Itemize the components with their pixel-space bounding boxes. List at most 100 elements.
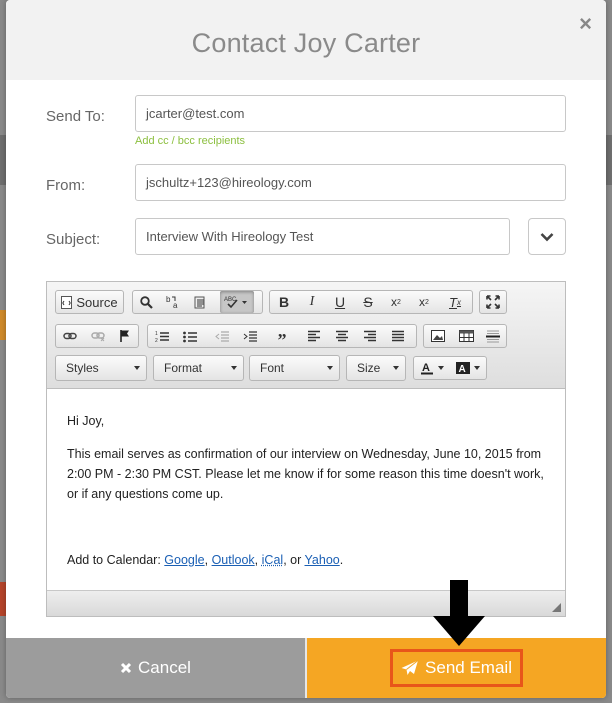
modal-title: Contact Joy Carter xyxy=(191,28,421,58)
toolbar-group-links xyxy=(55,324,139,348)
background-color-icon: A xyxy=(456,362,470,375)
italic-button[interactable]: I xyxy=(298,291,326,313)
align-center-button[interactable] xyxy=(328,325,356,347)
modal-footer: Cancel Send Email xyxy=(6,638,606,698)
align-left-icon xyxy=(308,330,320,342)
maximize-icon xyxy=(486,295,500,309)
font-arrow-icon xyxy=(327,366,333,370)
paste-text-icon xyxy=(194,296,205,308)
link-button[interactable] xyxy=(56,325,84,347)
source-icon xyxy=(61,295,73,309)
spellcheck-icon: ABC xyxy=(224,297,247,309)
font-label: Font xyxy=(260,361,285,375)
text-color-button[interactable]: A xyxy=(414,357,450,379)
link-icon xyxy=(63,332,77,340)
subject-field[interactable]: Interview With Hireology Test xyxy=(135,218,510,255)
image-button[interactable] xyxy=(424,325,452,347)
editor-toolbar: Source ba ABC B I U S x 2 x 2 T x 1 2 ” … xyxy=(47,282,565,389)
remove-format-button[interactable]: Tx xyxy=(438,291,472,313)
unlink-icon xyxy=(91,332,105,342)
bulleted-list-icon xyxy=(183,331,197,342)
calendar-end: . xyxy=(339,553,344,567)
svg-text:2: 2 xyxy=(155,338,158,343)
styles-arrow-icon xyxy=(134,366,140,370)
toolbar-group-colors: A A xyxy=(413,356,487,380)
text-color-icon: A xyxy=(421,362,433,375)
calendar-sep: , xyxy=(204,553,209,567)
size-arrow-icon xyxy=(393,366,399,370)
svg-text:1: 1 xyxy=(155,331,158,337)
background-color-arrow-icon xyxy=(474,366,480,370)
underline-button[interactable]: U xyxy=(326,291,354,313)
replace-button[interactable]: ba xyxy=(160,291,187,313)
numbered-list-button[interactable]: 12 xyxy=(148,325,176,347)
from-label: From: xyxy=(46,177,86,194)
outdent-button[interactable] xyxy=(208,325,236,347)
subscript-button[interactable]: x2 xyxy=(382,291,410,313)
format-dropdown[interactable]: Format xyxy=(153,355,244,381)
table-button[interactable] xyxy=(452,325,480,347)
styles-label: Styles xyxy=(66,361,99,375)
from-field[interactable]: jschultz+123@hireology.com xyxy=(135,164,566,201)
align-center-icon xyxy=(336,330,348,342)
indent-icon xyxy=(243,330,257,342)
send-email-highlight: Send Email xyxy=(390,649,523,687)
yahoo-calendar-link[interactable]: Yahoo xyxy=(305,553,340,567)
toolbar-group-document: Source xyxy=(55,290,124,314)
align-left-button[interactable] xyxy=(300,325,328,347)
strikethrough-button[interactable]: S xyxy=(354,291,382,313)
calendar-sep: , xyxy=(254,553,259,567)
spellcheck-button[interactable]: ABC xyxy=(220,291,254,313)
bulleted-list-button[interactable] xyxy=(176,325,204,347)
google-calendar-link[interactable]: Google xyxy=(164,553,204,567)
email-greeting: Hi Joy, xyxy=(67,414,105,428)
styles-dropdown[interactable]: Styles xyxy=(55,355,147,381)
table-icon xyxy=(458,330,474,342)
anchor-button[interactable] xyxy=(112,325,138,347)
indent-button[interactable] xyxy=(236,325,264,347)
size-dropdown[interactable]: Size xyxy=(346,355,406,381)
paste-text-button[interactable] xyxy=(187,291,214,313)
send-to-label: Send To: xyxy=(46,108,105,125)
image-icon xyxy=(431,330,445,342)
unlink-button[interactable] xyxy=(84,325,112,347)
blockquote-button[interactable]: ” xyxy=(268,325,296,350)
cancel-label: Cancel xyxy=(138,658,191,677)
align-right-icon xyxy=(364,330,376,342)
editor-status-bar xyxy=(47,590,565,616)
template-dropdown-button[interactable] xyxy=(528,218,566,255)
numbered-list-icon: 12 xyxy=(155,331,169,343)
rich-text-editor: Source ba ABC B I U S x 2 x 2 T x 1 2 ” … xyxy=(46,281,566,617)
source-button[interactable]: Source xyxy=(56,291,123,313)
toolbar-group-paragraph: 12 ” xyxy=(147,324,417,350)
calendar-line: Add to Calendar: Google, Outlook, iCal, … xyxy=(67,550,545,570)
justify-button[interactable] xyxy=(384,325,412,347)
maximize-button[interactable] xyxy=(480,291,506,313)
svg-text:A: A xyxy=(459,364,466,375)
close-icon xyxy=(120,662,132,674)
modal-header: Contact Joy Carter × xyxy=(6,0,606,80)
align-right-button[interactable] xyxy=(356,325,384,347)
justify-icon xyxy=(392,330,404,342)
add-cc-bcc-link[interactable]: Add cc / bcc recipients xyxy=(135,135,245,147)
contact-modal: Contact Joy Carter × Send To: jcarter@te… xyxy=(6,0,606,698)
text-color-arrow-icon xyxy=(438,366,444,370)
find-button[interactable] xyxy=(133,291,160,313)
send-to-field[interactable]: jcarter@test.com xyxy=(135,95,566,132)
font-dropdown[interactable]: Font xyxy=(249,355,340,381)
svg-text:a: a xyxy=(173,301,178,309)
close-icon[interactable]: × xyxy=(579,12,592,36)
backdrop-bar-right xyxy=(606,135,612,185)
bold-button[interactable]: B xyxy=(270,291,298,313)
ical-calendar-link[interactable]: iCal xyxy=(262,553,284,567)
editor-content[interactable]: Hi Joy, This email serves as confirmatio… xyxy=(47,389,565,570)
outdent-icon xyxy=(215,330,229,342)
background-color-button[interactable]: A xyxy=(450,357,486,379)
horizontal-rule-button[interactable] xyxy=(480,325,506,347)
superscript-button[interactable]: x2 xyxy=(410,291,438,313)
cancel-button[interactable]: Cancel xyxy=(6,638,305,698)
paper-plane-icon xyxy=(401,660,419,675)
toolbar-group-insert xyxy=(423,324,507,348)
resize-handle-icon[interactable] xyxy=(552,603,561,612)
outlook-calendar-link[interactable]: Outlook xyxy=(212,553,255,567)
